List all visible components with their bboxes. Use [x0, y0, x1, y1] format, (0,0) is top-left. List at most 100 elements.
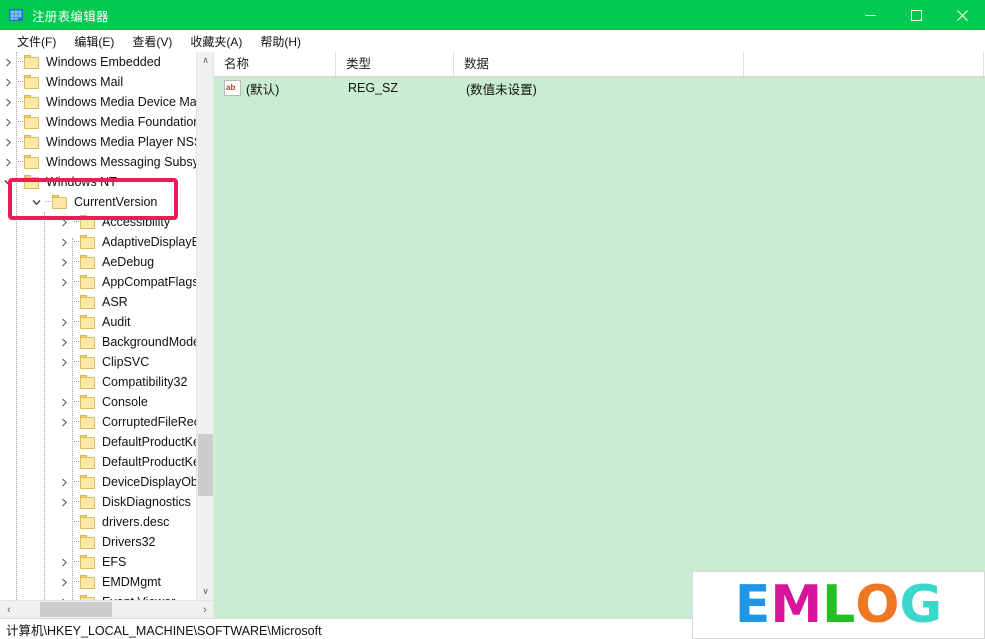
chevron-right-icon[interactable]: [56, 592, 72, 600]
chevron-right-icon[interactable]: [56, 352, 72, 372]
vertical-scroll-thumb[interactable]: [198, 434, 213, 496]
tree-vertical-scrollbar[interactable]: ∧ ∨: [196, 52, 213, 600]
tree-item-label: DiskDiagnostics: [102, 495, 191, 509]
chevron-right-icon[interactable]: [56, 212, 72, 232]
maximize-button[interactable]: [893, 0, 939, 30]
column-header-data[interactable]: 数据: [454, 52, 744, 76]
chevron-down-icon[interactable]: [28, 192, 44, 212]
tree-item-backgroundmodel[interactable]: BackgroundModel: [0, 332, 197, 352]
chevron-right-icon[interactable]: [0, 152, 16, 172]
tree-item-windows-mail[interactable]: Windows Mail: [0, 72, 197, 92]
tree-item-emdmgmt[interactable]: EMDMgmt: [0, 572, 197, 592]
tree-item-currentversion[interactable]: CurrentVersion: [0, 192, 197, 212]
tree-viewport[interactable]: Windows Embedded Windows Mail Windows Medi…: [0, 52, 197, 600]
column-header-type[interactable]: 类型: [336, 52, 454, 76]
chevron-right-icon[interactable]: [56, 412, 72, 432]
tree-guide-rail: [72, 238, 73, 600]
tree-item-corruptedfilerecovery[interactable]: CorruptedFileRecovery: [0, 412, 197, 432]
chevron-right-icon[interactable]: [0, 92, 16, 112]
tree-item-label: Windows NT: [46, 175, 117, 189]
chevron-right-icon[interactable]: [56, 232, 72, 252]
folder-icon: [80, 575, 97, 589]
menu-item-file[interactable]: 文件(F): [8, 31, 65, 52]
tree-item-aedebug[interactable]: AeDebug: [0, 252, 197, 272]
tree-item-windows-media-foundation[interactable]: Windows Media Foundation: [0, 112, 197, 132]
tree-item-adaptivedisplaybrightness[interactable]: AdaptiveDisplayBrightness: [0, 232, 197, 252]
tree-item-windows-messaging-subsystem[interactable]: Windows Messaging Subsystem: [0, 152, 197, 172]
tree-item-label: drivers.desc: [102, 515, 170, 529]
chevron-down-icon[interactable]: [0, 172, 16, 192]
tree-connector: [72, 512, 80, 532]
menu-item-help[interactable]: 帮助(H): [251, 31, 310, 52]
scroll-up-icon[interactable]: ∧: [197, 52, 213, 69]
menu-item-favorites[interactable]: 收藏夹(A): [181, 31, 251, 52]
tree-item-efs[interactable]: EFS: [0, 552, 197, 572]
title-bar: 注册表编辑器: [0, 0, 985, 30]
tree-item-defaultproductkey[interactable]: DefaultProductKey: [0, 432, 197, 452]
tree-item-audit[interactable]: Audit: [0, 312, 197, 332]
chevron-right-icon[interactable]: [56, 552, 72, 572]
tree-connector: [72, 372, 80, 392]
tree-connector: [16, 92, 24, 112]
tree-connector: [72, 452, 80, 472]
tree-horizontal-scrollbar[interactable]: ‹ ›: [0, 600, 213, 618]
chevron-right-icon[interactable]: [56, 572, 72, 592]
tree-connector: [16, 52, 24, 72]
scroll-right-icon[interactable]: ›: [196, 601, 213, 618]
tree-item-label: DefaultProductKey: [102, 435, 197, 449]
tree-item-appcompatflags[interactable]: AppCompatFlags: [0, 272, 197, 292]
chevron-right-icon[interactable]: [56, 492, 72, 512]
tree-item-label: ClipSVC: [102, 355, 150, 369]
tree-item-windows-media-device-manager[interactable]: Windows Media Device Manager: [0, 92, 197, 112]
tree-item-devicedisplayobjects[interactable]: DeviceDisplayObjects: [0, 472, 197, 492]
tree-item-label: CorruptedFileRecovery: [102, 415, 197, 429]
tree-item-label: Audit: [102, 315, 131, 329]
tree-item-asr[interactable]: ASR: [0, 292, 197, 312]
tree-item-defaultproductkey2[interactable]: DefaultProductKey2: [0, 452, 197, 472]
folder-icon: [24, 175, 41, 189]
horizontal-scroll-thumb[interactable]: [40, 602, 112, 617]
tree-item-event-viewer[interactable]: Event Viewer: [0, 592, 197, 600]
chevron-right-icon[interactable]: [0, 52, 16, 72]
chevron-right-icon[interactable]: [56, 312, 72, 332]
tree-connector: [72, 252, 80, 272]
scroll-left-icon[interactable]: ‹: [0, 601, 18, 618]
tree-item-windows-media-player-nss[interactable]: Windows Media Player NSS: [0, 132, 197, 152]
chevron-right-icon[interactable]: [0, 72, 16, 92]
tree-connector: [72, 332, 80, 352]
tree-item-diskdiagnostics[interactable]: DiskDiagnostics: [0, 492, 197, 512]
tree-item-label: Accessibility: [102, 215, 171, 229]
tree-item-windows-embedded[interactable]: Windows Embedded: [0, 52, 197, 72]
tree-guide-rail: [44, 212, 45, 600]
folder-icon: [80, 215, 97, 229]
chevron-right-icon[interactable]: [0, 112, 16, 132]
chevron-right-icon[interactable]: [56, 472, 72, 492]
chevron-right-icon[interactable]: [56, 392, 72, 412]
menu-item-edit[interactable]: 编辑(E): [65, 31, 123, 52]
column-header-name[interactable]: 名称: [214, 52, 336, 76]
tree-item-accessibility[interactable]: Accessibility: [0, 212, 197, 232]
value-name: (默认): [246, 82, 280, 97]
close-button[interactable]: [939, 0, 985, 30]
chevron-right-icon[interactable]: [56, 332, 72, 352]
column-header-extra[interactable]: [744, 52, 984, 76]
menu-item-view[interactable]: 查看(V): [123, 31, 181, 52]
tree-item-windows-nt[interactable]: Windows NT: [0, 172, 197, 192]
folder-icon: [80, 315, 97, 329]
tree-item-drivers32[interactable]: Drivers32: [0, 532, 197, 552]
scroll-down-icon[interactable]: ∨: [197, 583, 213, 600]
value-row[interactable]: ab (默认) REG_SZ (数值未设置): [214, 77, 985, 99]
chevron-right-icon[interactable]: [56, 252, 72, 272]
tree-connector: [16, 72, 24, 92]
chevron-right-icon[interactable]: [56, 272, 72, 292]
chevron-right-icon[interactable]: [0, 132, 16, 152]
tree-item-clipsvc[interactable]: ClipSVC: [0, 352, 197, 372]
minimize-button[interactable]: [847, 0, 893, 30]
tree-item-label: AeDebug: [102, 255, 155, 269]
window-title: 注册表编辑器: [32, 9, 109, 24]
tree-item-compatibility32[interactable]: Compatibility32: [0, 372, 197, 392]
tree-item-console[interactable]: Console: [0, 392, 197, 412]
tree-item-drivers-desc[interactable]: drivers.desc: [0, 512, 197, 532]
